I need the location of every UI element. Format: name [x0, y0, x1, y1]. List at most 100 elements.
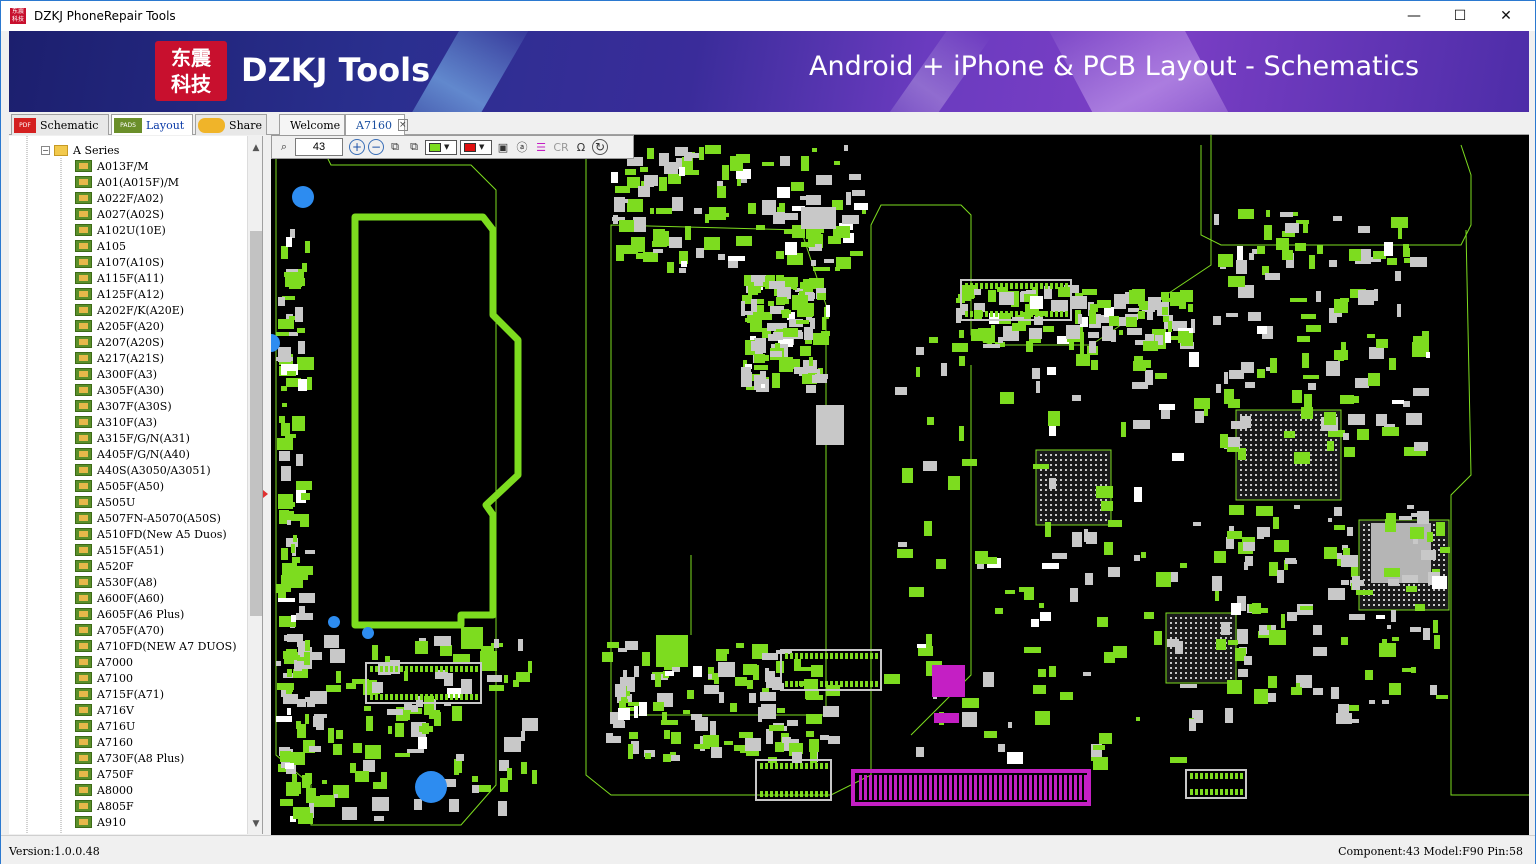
- component-pad: [1218, 254, 1233, 267]
- tree-model-item[interactable]: A505F(A50): [75, 478, 164, 494]
- tree-model-item[interactable]: A730F(A8 Plus): [75, 750, 184, 766]
- component-pad: [988, 290, 996, 302]
- net-highlight-icon[interactable]: ☰: [533, 139, 549, 155]
- bga-ball: [1065, 469, 1067, 471]
- tree-model-item[interactable]: A315F/G/N(A31): [75, 430, 190, 446]
- zoom-input[interactable]: [295, 138, 343, 156]
- component-pad: [1243, 542, 1255, 551]
- doc-tab-a7160[interactable]: A7160 ×: [345, 114, 408, 135]
- bga-ball: [1383, 599, 1385, 601]
- tab-share[interactable]: Share: [195, 114, 267, 135]
- doc-tab-welcome[interactable]: Welcome: [279, 114, 345, 135]
- cr-toggle[interactable]: CR: [552, 139, 570, 155]
- flip-vertical-icon[interactable]: ⧉: [406, 139, 422, 155]
- bga-ball: [1240, 434, 1242, 436]
- tree-model-item[interactable]: A207(A20S): [75, 334, 164, 350]
- tree-model-item[interactable]: A105: [75, 238, 126, 254]
- tree-model-item[interactable]: A310F(A3): [75, 414, 157, 430]
- tree-model-item[interactable]: A710FD(NEW A7 DUOS): [75, 638, 237, 654]
- tree-model-item[interactable]: A505U: [75, 494, 135, 510]
- connector-pin: [470, 666, 473, 672]
- pcb-board-canvas[interactable]: [271, 135, 1529, 835]
- tree-model-item[interactable]: A705F(A70): [75, 622, 164, 638]
- scroll-up-icon[interactable]: ▲: [248, 140, 262, 156]
- pcb-layout-viewer[interactable]: ⌕ + − ⧉ ⧉ ▼ ▼ ▣ ⓐ ☰ CR Ω ↻: [271, 135, 1529, 835]
- component-pad: [310, 691, 327, 704]
- component-pad: [758, 707, 762, 722]
- tree-model-item[interactable]: A605F(A6 Plus): [75, 606, 184, 622]
- bga-ball: [1373, 584, 1375, 586]
- tree-model-item[interactable]: A205F(A20): [75, 318, 164, 334]
- tree-model-item[interactable]: A715F(A71): [75, 686, 164, 702]
- resistance-icon[interactable]: Ω: [573, 139, 589, 155]
- selected-pin: [899, 775, 902, 800]
- tab-layout[interactable]: PADS Layout: [111, 114, 193, 135]
- component-label-icon[interactable]: ⓐ: [514, 139, 530, 155]
- tree-model-item[interactable]: A107(A10S): [75, 254, 164, 270]
- close-tab-icon[interactable]: ×: [397, 119, 408, 131]
- tree-model-item[interactable]: A7000: [75, 654, 133, 670]
- tree-model-item[interactable]: A805F: [75, 798, 134, 814]
- tree-model-item[interactable]: A520F: [75, 558, 134, 574]
- tree-model-item[interactable]: A115F(A11): [75, 270, 164, 286]
- close-button[interactable]: ✕: [1483, 1, 1529, 31]
- tree-model-item[interactable]: A217(A21S): [75, 350, 164, 366]
- tree-model-item[interactable]: A8000: [75, 782, 133, 798]
- tree-model-item[interactable]: A305F(A30): [75, 382, 164, 398]
- panel-collapse-arrow-icon[interactable]: [263, 490, 268, 498]
- tree-model-item[interactable]: A716V: [75, 702, 134, 718]
- bga-ball: [1185, 672, 1187, 674]
- zoom-in-icon[interactable]: +: [349, 139, 365, 155]
- tree-series-a[interactable]: − A Series: [41, 143, 119, 157]
- zoom-out-icon[interactable]: −: [368, 139, 384, 155]
- bga-ball: [1095, 479, 1097, 481]
- bga-ball: [1378, 599, 1380, 601]
- tree-scrollbar[interactable]: ▲ ▼: [247, 136, 262, 834]
- tree-model-item[interactable]: A7100: [75, 670, 133, 686]
- connector-pin: [845, 681, 848, 687]
- rotate-icon[interactable]: ↻: [592, 139, 608, 155]
- flip-horizontal-icon[interactable]: ⧉: [387, 139, 403, 155]
- tree-model-item[interactable]: A530F(A8): [75, 574, 157, 590]
- bga-ball: [1215, 652, 1217, 654]
- tree-model-item[interactable]: A510FD(New A5 Duos): [75, 526, 227, 542]
- selected-pin: [1029, 775, 1032, 800]
- component-pad: [794, 367, 808, 374]
- bga-ball: [1285, 489, 1287, 491]
- tree-model-item[interactable]: A307F(A30S): [75, 398, 172, 414]
- bga-ball: [1443, 574, 1445, 576]
- tree-model-item[interactable]: A013F/M: [75, 158, 149, 174]
- tree-model-item[interactable]: A102U(10E): [75, 222, 166, 238]
- tree-model-item[interactable]: A027(A02S): [75, 206, 164, 222]
- trace-color-picker[interactable]: ▼: [425, 139, 457, 155]
- tree-model-item[interactable]: A01(A015F)/M: [75, 174, 179, 190]
- scroll-down-icon[interactable]: ▼: [248, 816, 262, 832]
- tree-model-item[interactable]: A022F/A02): [75, 190, 164, 206]
- tree-model-item[interactable]: A716U: [75, 718, 135, 734]
- maximize-button[interactable]: ☐: [1437, 1, 1483, 31]
- component-pad: [924, 521, 932, 536]
- tree-model-item[interactable]: A300F(A3): [75, 366, 157, 382]
- tree-model-item[interactable]: A910: [75, 814, 126, 830]
- tree-model-item[interactable]: A750F: [75, 766, 134, 782]
- tree-model-item[interactable]: A7160: [75, 734, 133, 750]
- layer-toggle-icon[interactable]: ▣: [495, 139, 511, 155]
- tree-model-item[interactable]: A125F(A12): [75, 286, 164, 302]
- tree-model-item[interactable]: A507FN-A5070(A50S): [75, 510, 221, 526]
- component-pad: [760, 692, 776, 701]
- tree-model-item[interactable]: A202F/K(A20E): [75, 302, 184, 318]
- tree-model-item[interactable]: A40S(A3050/A3051): [75, 462, 211, 478]
- tab-schematic[interactable]: PDF Schematic: [11, 114, 109, 135]
- component-pad: [653, 229, 665, 241]
- tree-model-item[interactable]: A515F(A51): [75, 542, 164, 558]
- scrollbar-thumb[interactable]: [250, 231, 262, 616]
- collapse-icon[interactable]: −: [41, 145, 50, 155]
- component-pad: [618, 708, 630, 720]
- bga-ball: [1275, 419, 1277, 421]
- highlight-color-picker[interactable]: ▼: [460, 139, 492, 155]
- magnifier-icon[interactable]: ⌕: [276, 139, 292, 155]
- tree-model-item[interactable]: A600F(A60): [75, 590, 164, 606]
- tree-model-item[interactable]: A405F/G/N(A40): [75, 446, 190, 462]
- component-pad: [1341, 637, 1348, 645]
- minimize-button[interactable]: —: [1391, 1, 1437, 31]
